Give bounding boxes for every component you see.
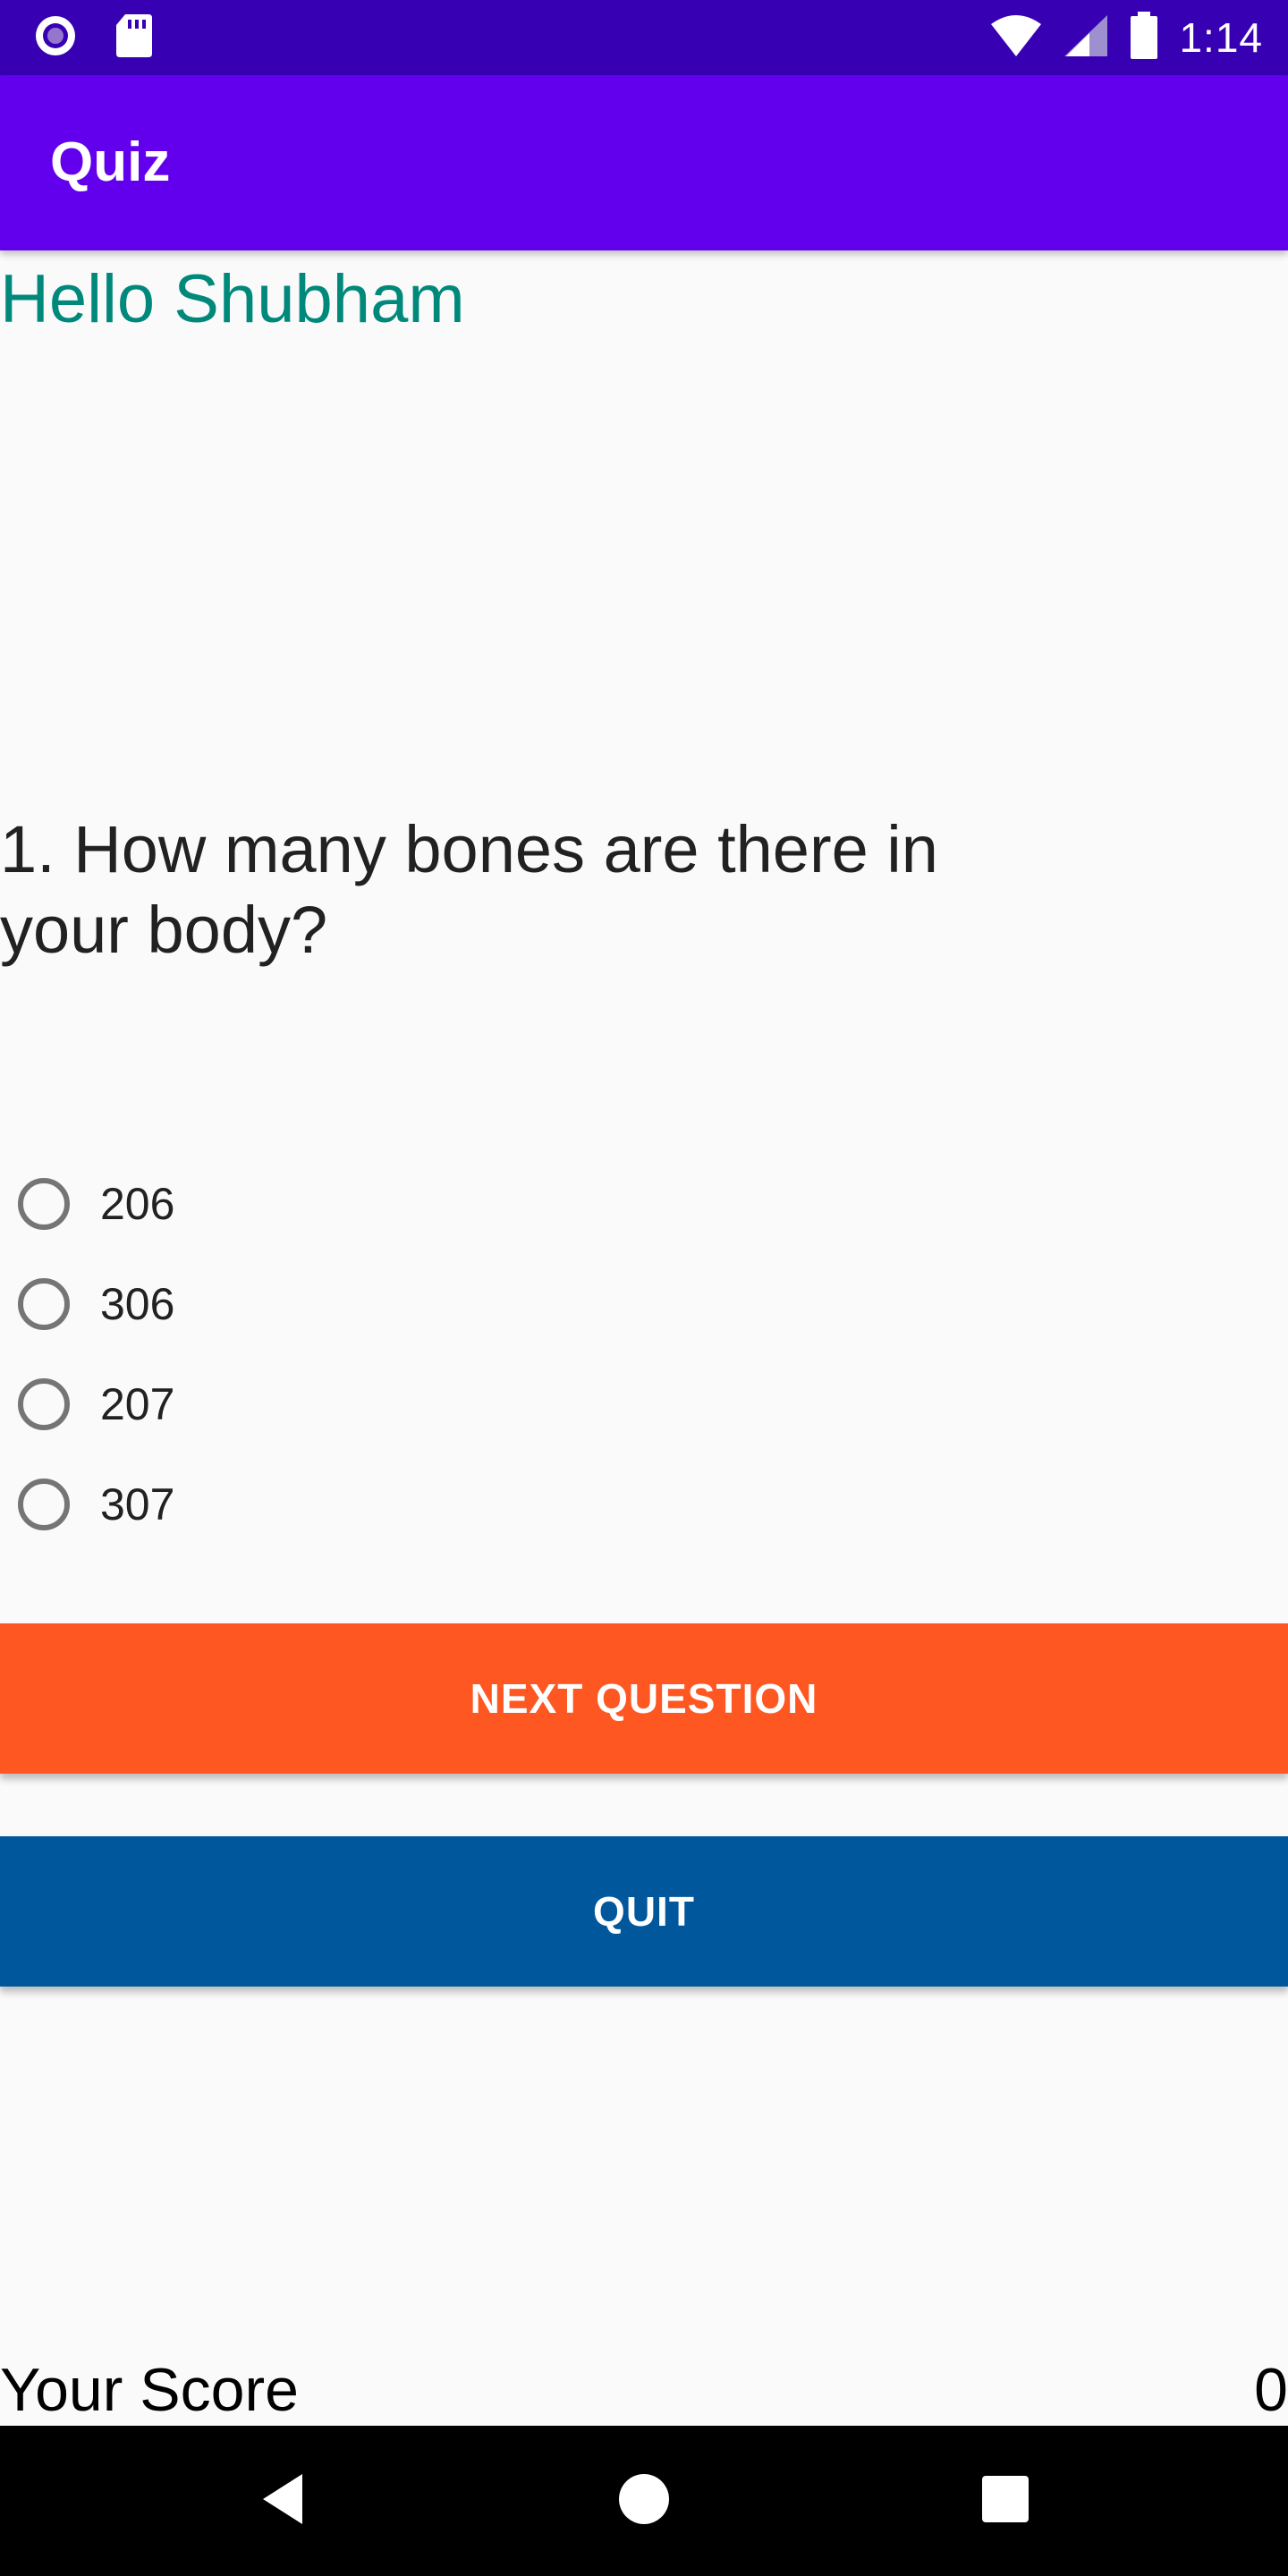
radio-button-icon[interactable]: [18, 1378, 70, 1430]
cell-signal-icon: [1063, 13, 1109, 63]
nav-recents-button[interactable]: [961, 2456, 1050, 2546]
battery-icon: [1129, 11, 1159, 64]
radio-button-icon[interactable]: [18, 1479, 70, 1530]
app-bar: Quiz: [0, 75, 1288, 250]
answer-option-3[interactable]: 207: [18, 1354, 174, 1454]
answer-option-4[interactable]: 307: [18, 1454, 174, 1555]
nav-home-button[interactable]: [599, 2456, 689, 2546]
next-question-button[interactable]: NEXT QUESTION: [0, 1623, 1288, 1774]
answer-option-label: 206: [100, 1179, 175, 1229]
radio-button-icon[interactable]: [18, 1278, 70, 1330]
answer-option-label: 306: [100, 1279, 175, 1329]
answer-radio-group: 206 306 207 307: [18, 1154, 174, 1555]
radio-button-icon[interactable]: [18, 1178, 70, 1230]
navigation-bar: [0, 2426, 1288, 2576]
quit-button[interactable]: QUIT: [0, 1836, 1288, 1987]
home-icon: [617, 2472, 671, 2530]
status-time: 1:14: [1179, 14, 1263, 61]
greeting-text: Hello Shubham: [0, 261, 465, 337]
recents-icon: [980, 2474, 1030, 2529]
status-bar: 1:14: [0, 0, 1288, 75]
answer-option-1[interactable]: 206: [18, 1154, 174, 1254]
sd-card-icon: [114, 13, 154, 64]
wifi-icon: [989, 13, 1043, 63]
app-title: Quiz: [50, 131, 171, 193]
answer-option-label: 307: [100, 1479, 175, 1530]
nav-back-button[interactable]: [238, 2456, 327, 2546]
answer-option-label: 207: [100, 1379, 175, 1429]
question-text: 1. How many bones are there in your body…: [0, 812, 938, 967]
status-bar-left: [32, 13, 154, 64]
status-bar-right: 1:14: [989, 9, 1263, 66]
score-label: Your Score: [0, 2356, 299, 2424]
answer-option-2[interactable]: 306: [18, 1254, 174, 1354]
back-icon: [256, 2470, 309, 2532]
score-value: 0: [1254, 2356, 1288, 2424]
record-indicator-icon: [32, 13, 79, 64]
